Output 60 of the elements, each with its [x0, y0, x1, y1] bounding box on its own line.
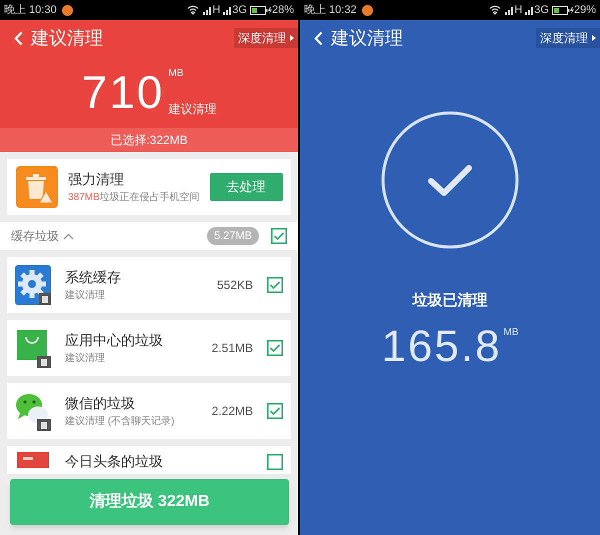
status-time: 晚上 10:32 [304, 2, 357, 18]
selected-summary: 已选择:322MB [110, 132, 188, 149]
card-description: 387MB垃圾正在侵占手机空间 [68, 190, 200, 205]
item-size: 2.51MB [212, 340, 253, 357]
item-size: 2.22MB [212, 403, 253, 420]
network-type: 3G [232, 2, 247, 18]
size-badge: 5.27MB [207, 227, 259, 245]
item-size: 552KB [216, 277, 253, 294]
item-subtitle: 建议清理 (不含聊天记录) [65, 414, 176, 429]
notification-icon [362, 4, 373, 16]
gear-icon [15, 265, 51, 305]
item-title: 微信的垃圾 [65, 394, 136, 413]
checkbox[interactable] [267, 277, 283, 293]
back-button[interactable]: 建议清理 [314, 24, 403, 52]
wifi-icon [489, 5, 502, 15]
signal-icon [505, 6, 514, 14]
total-size: 710 [82, 69, 164, 115]
item-title: 应用中心的垃圾 [65, 331, 164, 350]
wifi-icon [187, 5, 200, 15]
checkbox[interactable] [267, 340, 283, 356]
cache-item-card[interactable]: 系统缓存 建议清理 552KB [7, 257, 291, 313]
checkbox[interactable] [271, 228, 287, 244]
network-type: H [212, 2, 220, 18]
item-subtitle: 建议清理 [65, 352, 106, 366]
battery-level: 29% [574, 2, 596, 18]
deep-clean-button[interactable]: 深度清理 [536, 28, 600, 48]
section-title: 缓存垃圾 [11, 228, 59, 245]
battery-icon [552, 6, 574, 14]
battery-level: 28% [272, 2, 294, 18]
checkbox[interactable] [267, 403, 283, 419]
checkbox[interactable] [267, 454, 283, 470]
signal-icon [203, 6, 212, 14]
cache-item-card[interactable]: 微信的垃圾 建议清理 (不含聊天记录) 2.22MB [7, 383, 291, 439]
size-caption: 建议清理 [168, 103, 216, 115]
signal-icon [525, 6, 534, 14]
status-time: 晚上 10:30 [4, 2, 57, 18]
deep-clean-button[interactable]: 深度清理 [234, 28, 298, 48]
trash-warning-icon [16, 166, 58, 208]
check-circle-icon [380, 110, 520, 250]
chevron-right-icon [592, 35, 596, 41]
notification-icon [62, 4, 73, 16]
card-title: 强力清理 [68, 170, 125, 189]
chat-bubbles-icon [15, 391, 51, 431]
cache-item-card[interactable]: 今日头条的垃圾 [7, 446, 291, 474]
size-unit: MB [504, 326, 519, 340]
item-title: 系统缓存 [65, 268, 122, 287]
shopping-bag-icon [15, 328, 51, 368]
cache-item-card[interactable]: 应用中心的垃圾 建议清理 2.51MB [7, 320, 291, 376]
result-title: 垃圾已清理 [412, 291, 488, 311]
chevron-right-icon [290, 35, 294, 41]
network-type: H [514, 2, 522, 18]
section-header[interactable]: 缓存垃圾 5.27MB [0, 222, 298, 250]
back-button[interactable]: 建议清理 [14, 24, 103, 52]
size-unit: MB [168, 69, 184, 79]
battery-icon [250, 6, 272, 14]
cleaned-size: 165.8 [381, 324, 502, 368]
item-title: 今日头条的垃圾 [65, 452, 164, 471]
item-subtitle: 建议清理 [65, 288, 106, 303]
signal-icon [223, 6, 232, 14]
network-type: 3G [534, 2, 549, 18]
